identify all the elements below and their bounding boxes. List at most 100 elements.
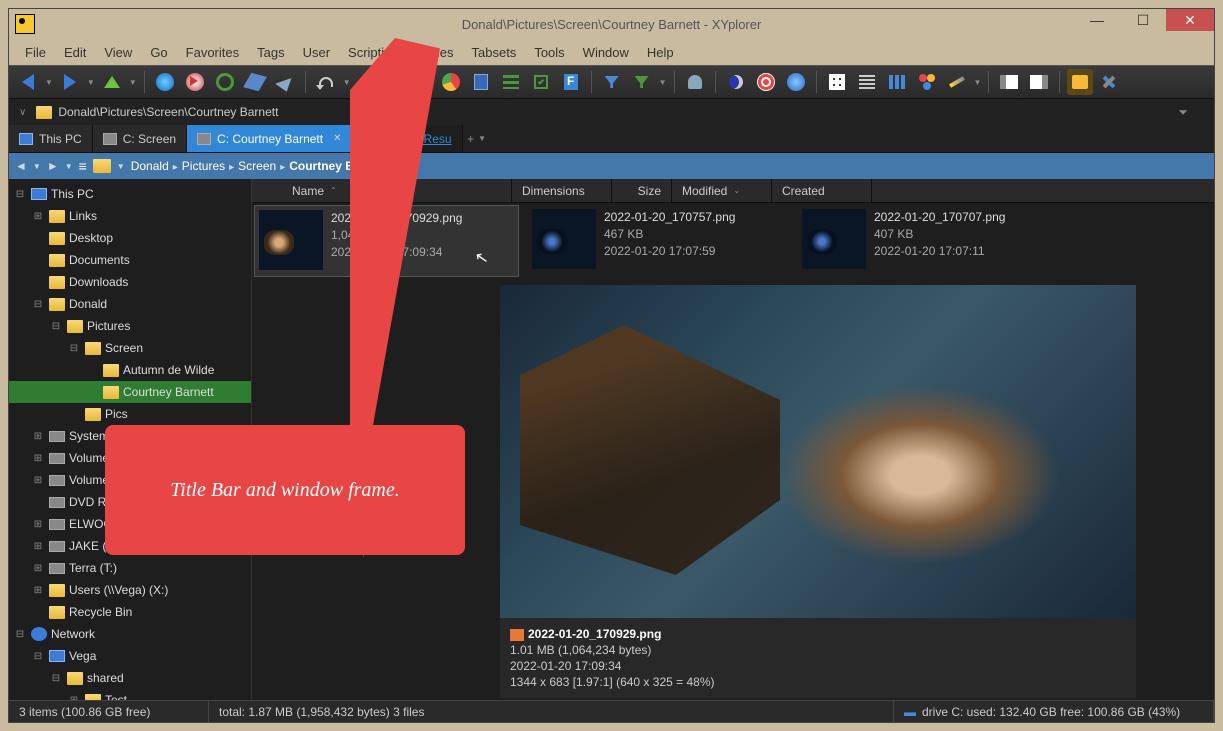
tree-courtney-barnett[interactable]: Courtney Barnett: [9, 381, 251, 403]
tree-documents[interactable]: Documents: [9, 249, 251, 271]
tab-c-screen[interactable]: C: Screen: [93, 125, 187, 152]
send-icon[interactable]: [272, 69, 298, 95]
moon-icon[interactable]: [723, 69, 749, 95]
tree-this-pc[interactable]: ⊟This PC: [9, 183, 251, 205]
maximize-button[interactable]: ☐: [1120, 9, 1166, 31]
forward-button[interactable]: [57, 69, 83, 95]
tree-terra-t-[interactable]: ⊞Terra (T:): [9, 557, 251, 579]
tree-recycle-bin[interactable]: Recycle Bin: [9, 601, 251, 623]
back-button[interactable]: [15, 69, 41, 95]
tree-test[interactable]: ⊞Test: [9, 689, 251, 700]
tab-this-pc[interactable]: This PC: [9, 125, 93, 152]
menu-tools[interactable]: Tools: [526, 42, 572, 63]
columns-icon[interactable]: [884, 69, 910, 95]
tree-links[interactable]: ⊞Links: [9, 205, 251, 227]
bubbles-icon[interactable]: [914, 69, 940, 95]
menu-window[interactable]: Window: [575, 42, 637, 63]
tree-desktop[interactable]: Desktop: [9, 227, 251, 249]
funnel-icon[interactable]: [599, 69, 625, 95]
chevron-down-icon[interactable]: ∨: [19, 107, 26, 118]
menu-file[interactable]: File: [17, 42, 54, 63]
tree-toggle-icon[interactable]: ⊟: [49, 321, 63, 332]
wand-icon[interactable]: [944, 69, 970, 95]
tree-toggle-icon[interactable]: ⊟: [49, 673, 63, 684]
funnel-green-icon[interactable]: [629, 69, 655, 95]
tree-toggle-icon[interactable]: ⊞: [31, 453, 45, 464]
tree-toggle-icon[interactable]: ⊞: [31, 563, 45, 574]
file-2022-01-20_170707.png[interactable]: 2022-01-20_170707.png407 KB2022-01-20 17…: [798, 205, 1063, 277]
tree-screen[interactable]: ⊟Screen: [9, 337, 251, 359]
calc-icon[interactable]: [468, 69, 494, 95]
menu-tabsets[interactable]: Tabsets: [464, 42, 525, 63]
address-bar[interactable]: ∨ Donald\Pictures\Screen\Courtney Barnet…: [9, 99, 1214, 125]
column-size[interactable]: Size: [612, 179, 672, 202]
menu-edit[interactable]: Edit: [56, 42, 94, 63]
tree-network[interactable]: ⊟Network: [9, 623, 251, 645]
folder-icon[interactable]: [93, 159, 111, 173]
tree-toggle-icon[interactable]: ⊟: [31, 651, 45, 662]
column-created[interactable]: Created: [772, 179, 872, 202]
tree-toggle-icon[interactable]: ⊞: [31, 211, 45, 222]
close-tab-icon[interactable]: ✕: [333, 133, 341, 144]
title-bar[interactable]: Donald\Pictures\Screen\Courtney Barnett …: [9, 9, 1214, 39]
filter-icon[interactable]: ⏷: [1178, 105, 1188, 120]
pie-icon[interactable]: [438, 69, 464, 95]
menu-view[interactable]: View: [96, 42, 140, 63]
tree-toggle-icon[interactable]: ⊞: [31, 541, 45, 552]
breadcrumb-screen[interactable]: Screen: [238, 159, 276, 173]
tree-vega[interactable]: ⊟Vega: [9, 645, 251, 667]
tools-icon[interactable]: [1097, 69, 1123, 95]
panel2-icon[interactable]: [1026, 69, 1052, 95]
tree-downloads[interactable]: Downloads: [9, 271, 251, 293]
close-button[interactable]: ✕: [1166, 9, 1214, 31]
menu-user[interactable]: User: [295, 42, 338, 63]
tree-toggle-icon[interactable]: ⊞: [31, 475, 45, 486]
minimize-button[interactable]: —: [1074, 9, 1120, 31]
column-modified[interactable]: Modified⌄: [672, 179, 772, 202]
tab-c-courtney-barnett[interactable]: C: Courtney Barnett✕: [187, 125, 352, 152]
undo-icon[interactable]: [313, 69, 339, 95]
preview-image[interactable]: [500, 285, 1136, 618]
chevron-right-icon[interactable]: ▸: [169, 162, 182, 173]
menu-tags[interactable]: Tags: [249, 42, 292, 63]
details-icon[interactable]: [854, 69, 880, 95]
up-button[interactable]: [99, 69, 125, 95]
tree-icon[interactable]: [498, 69, 524, 95]
file-2022-01-20_170757.png[interactable]: 2022-01-20_170757.png467 KB2022-01-20 17…: [528, 205, 793, 277]
target-icon[interactable]: [753, 69, 779, 95]
tree-pics[interactable]: Pics: [9, 403, 251, 425]
tree-users-vega-x-[interactable]: ⊞Users (\\Vega) (X:): [9, 579, 251, 601]
ghost-icon[interactable]: [682, 69, 708, 95]
column-dimensions[interactable]: Dimensions: [512, 179, 612, 202]
back-small-icon[interactable]: ◄: [15, 159, 27, 173]
tree-autumn-de-wilde[interactable]: Autumn de Wilde: [9, 359, 251, 381]
chevron-right-icon[interactable]: ▸: [225, 162, 238, 173]
tree-toggle-icon[interactable]: ⊟: [67, 343, 81, 354]
tree-toggle-icon[interactable]: ⊞: [31, 585, 45, 596]
box-icon[interactable]: [242, 69, 268, 95]
menu-help[interactable]: Help: [639, 42, 682, 63]
preview-icon[interactable]: [182, 69, 208, 95]
tree-toggle-icon[interactable]: ⊟: [13, 629, 27, 640]
grid-icon[interactable]: [824, 69, 850, 95]
check-icon[interactable]: [528, 69, 554, 95]
tree-toggle-icon[interactable]: ⊞: [31, 519, 45, 530]
menu-go[interactable]: Go: [142, 42, 175, 63]
chevron-right-icon[interactable]: ▸: [276, 162, 289, 173]
tree-toggle-icon[interactable]: ⊟: [13, 189, 27, 200]
tree-shared[interactable]: ⊟shared: [9, 667, 251, 689]
panel1-icon[interactable]: [996, 69, 1022, 95]
tree-toggle-icon[interactable]: ⊟: [31, 299, 45, 310]
find-icon[interactable]: [152, 69, 178, 95]
tree-toggle-icon[interactable]: ⊞: [31, 431, 45, 442]
breadcrumb-donald[interactable]: Donald: [131, 159, 169, 173]
tree-donald[interactable]: ⊟Donald: [9, 293, 251, 315]
menu-icon[interactable]: ≡: [79, 158, 87, 174]
preview-toggle-icon[interactable]: [1067, 69, 1093, 95]
add-tab-button[interactable]: + ▼: [463, 125, 491, 152]
filter-f-icon[interactable]: F: [558, 69, 584, 95]
tree-pictures[interactable]: ⊟Pictures: [9, 315, 251, 337]
menu-favorites[interactable]: Favorites: [178, 42, 247, 63]
fwd-small-icon[interactable]: ►: [47, 159, 59, 173]
breadcrumb-pictures[interactable]: Pictures: [182, 159, 225, 173]
